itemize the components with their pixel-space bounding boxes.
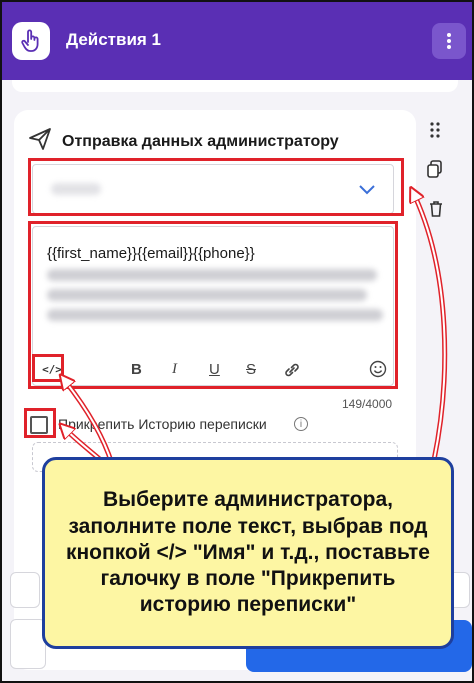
drag-handle-icon[interactable] [430,122,440,141]
background-button [10,619,46,669]
delete-icon[interactable] [429,201,443,220]
callout-text: Выберите администратора, заполните поле … [65,488,430,617]
send-icon [28,127,52,156]
vertical-dots-icon[interactable] [432,23,466,59]
card-title: Отправка данных администратору [62,133,339,150]
hand-pointer-icon[interactable] [12,22,50,60]
highlight-admin-select [28,158,404,216]
page-title: Действия 1 [66,30,162,49]
screenshot-frame: Действия 1 Отправка данных администратор… [0,0,474,683]
copy-icon[interactable] [427,160,443,181]
previous-panel [12,80,458,92]
highlight-checkbox [24,408,56,438]
app-header: Действия 1 [2,2,472,80]
background-field [10,572,40,608]
instruction-callout: Выберите администратора, заполните поле … [42,457,454,649]
highlight-editor [28,221,398,389]
info-icon[interactable]: i [294,417,308,431]
attach-history-label: Прикрепить Историю переписки [58,416,267,432]
highlight-code-button [32,354,64,382]
char-counter: 149/4000 [342,397,393,411]
